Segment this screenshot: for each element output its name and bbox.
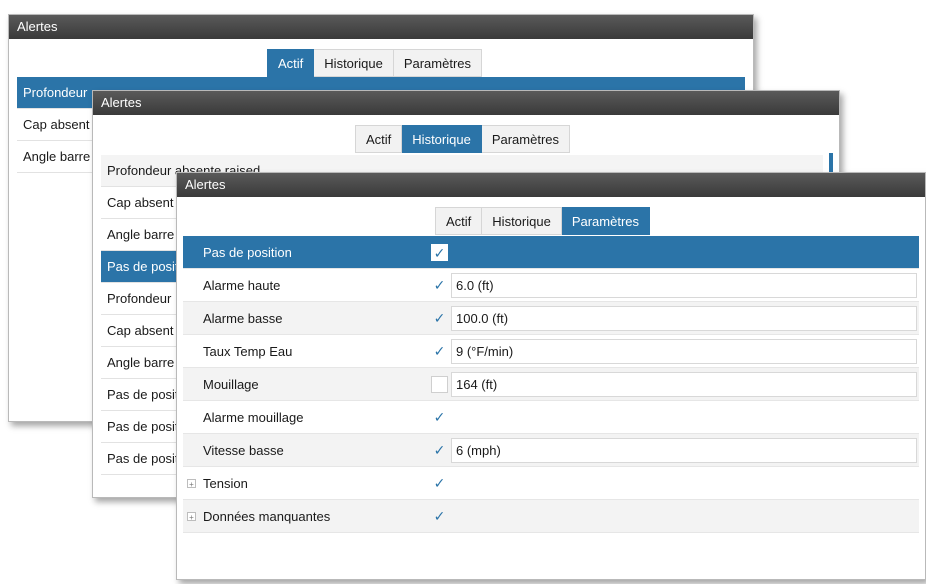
threshold-field[interactable]: 6 (mph) [451, 438, 917, 463]
setting-row-tension[interactable]: + Tension ✓ [183, 467, 919, 500]
tab-actif[interactable]: Actif [355, 125, 403, 153]
tab-historique[interactable]: Historique [482, 207, 562, 235]
enable-checkbox[interactable]: ✓ [431, 508, 448, 525]
window-title: Alertes [93, 91, 839, 115]
threshold-field[interactable]: 164 (ft) [451, 372, 917, 397]
setting-label: Mouillage [203, 377, 259, 392]
setting-label: Tension [203, 476, 248, 491]
check-icon: ✓ [433, 475, 446, 491]
setting-row-mouillage[interactable]: Mouillage 164 (ft) [183, 368, 919, 401]
enable-checkbox[interactable] [431, 376, 448, 393]
setting-label: Données manquantes [203, 509, 331, 524]
tab-actif[interactable]: Actif [267, 49, 315, 77]
check-icon: ✓ [433, 409, 446, 425]
expand-icon[interactable]: + [187, 512, 196, 522]
tab-parametres[interactable]: Paramètres [481, 125, 571, 153]
check-icon: ✓ [433, 245, 446, 261]
window-title: Alertes [9, 15, 753, 39]
alerts-window-front: Alertes Actif Historique Paramètres Pas … [176, 172, 926, 580]
tab-historique[interactable]: Historique [314, 49, 394, 77]
enable-checkbox[interactable]: ✓ [431, 409, 448, 426]
threshold-field[interactable]: 9 (°F/min) [451, 339, 917, 364]
expand-icon[interactable]: + [187, 479, 196, 489]
setting-row-alarme-basse[interactable]: Alarme basse ✓ 100.0 (ft) [183, 302, 919, 335]
threshold-field[interactable]: 100.0 (ft) [451, 306, 917, 331]
tab-bar: Actif Historique Paramètres [435, 207, 651, 235]
tab-bar: Actif Historique Paramètres [355, 125, 571, 153]
setting-row-vitesse-basse[interactable]: Vitesse basse ✓ 6 (mph) [183, 434, 919, 467]
setting-row-alarme-mouillage[interactable]: Alarme mouillage ✓ [183, 401, 919, 434]
setting-row-pas-de-position[interactable]: Pas de position ✓ [183, 236, 919, 269]
setting-label: Alarme basse [203, 311, 283, 326]
check-icon: ✓ [433, 343, 446, 359]
enable-checkbox[interactable]: ✓ [431, 244, 448, 261]
check-icon: ✓ [433, 277, 446, 293]
setting-label: Alarme mouillage [203, 410, 304, 425]
setting-label: Taux Temp Eau [203, 344, 293, 359]
enable-checkbox[interactable]: ✓ [431, 277, 448, 294]
tab-bar: Actif Historique Paramètres [267, 49, 483, 77]
check-icon: ✓ [433, 310, 446, 326]
tab-actif[interactable]: Actif [435, 207, 483, 235]
check-icon: ✓ [433, 442, 446, 458]
tab-parametres[interactable]: Paramètres [561, 207, 651, 235]
enable-checkbox[interactable]: ✓ [431, 442, 448, 459]
setting-label: Alarme haute [203, 278, 281, 293]
enable-checkbox[interactable]: ✓ [431, 475, 448, 492]
setting-row-donnees-manquantes[interactable]: + Données manquantes ✓ [183, 500, 919, 533]
tab-parametres[interactable]: Paramètres [393, 49, 483, 77]
setting-label: Vitesse basse [203, 443, 284, 458]
window-title: Alertes [177, 173, 925, 197]
enable-checkbox[interactable]: ✓ [431, 343, 448, 360]
threshold-field[interactable]: 6.0 (ft) [451, 273, 917, 298]
check-icon: ✓ [433, 508, 446, 524]
settings-list: Pas de position ✓ Alarme haute ✓ 6.0 (ft… [183, 236, 919, 533]
enable-checkbox[interactable]: ✓ [431, 310, 448, 327]
tab-historique[interactable]: Historique [402, 125, 482, 153]
setting-label: Pas de position [203, 245, 292, 260]
setting-row-alarme-haute[interactable]: Alarme haute ✓ 6.0 (ft) [183, 269, 919, 302]
setting-row-taux-temp-eau[interactable]: Taux Temp Eau ✓ 9 (°F/min) [183, 335, 919, 368]
